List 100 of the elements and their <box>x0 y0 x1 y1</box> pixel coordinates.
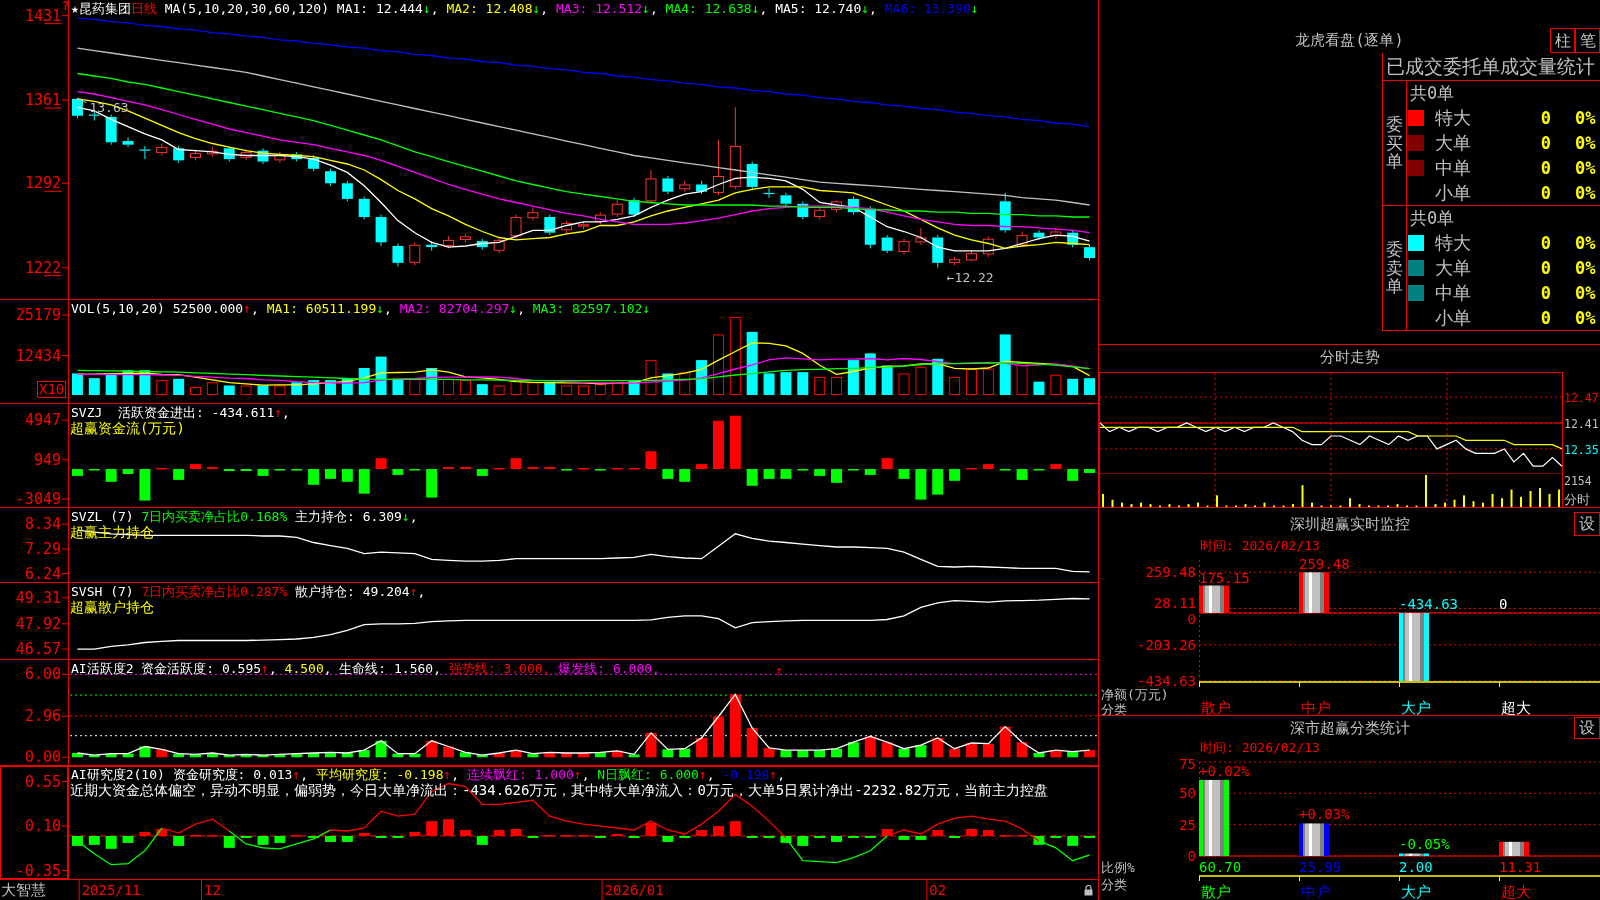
category-label: 中户 <box>1301 699 1331 715</box>
lock-icon <box>1084 885 1093 896</box>
panel-title: 深市超赢分类统计 <box>1289 718 1410 738</box>
change-label: +0.02% <box>1199 762 1250 779</box>
axis-label: 75 <box>1179 757 1196 772</box>
order-count: 0 <box>1539 182 1551 203</box>
axis-label: 28.11 <box>1153 594 1196 611</box>
indicator-legend: SVZL (7) 7日内买卖净占比0.168% 主力持仓: 6.309↓, <box>71 509 418 524</box>
change-label: +0.03% <box>1299 806 1350 823</box>
candle <box>476 238 488 251</box>
axis-label: -434.63 <box>1137 673 1196 689</box>
axis-title: 比例% <box>1101 860 1135 875</box>
order-size-label: 中单 <box>1435 280 1472 305</box>
date-label: 12 <box>203 882 221 898</box>
axis-label: 1361 <box>24 91 61 110</box>
indicator-legend: SVZJ 活跃资金进出: -434.611↑, <box>71 405 290 420</box>
candle <box>358 196 370 220</box>
order-count: 0 <box>1539 157 1551 178</box>
axis-label: 0 <box>1187 848 1196 864</box>
order-share: 0% <box>1575 182 1596 203</box>
axis-title: 分时 <box>1564 492 1590 507</box>
order-share: 0% <box>1575 282 1596 303</box>
order-share: 0% <box>1575 107 1596 128</box>
candle <box>662 175 674 195</box>
candle <box>966 250 977 263</box>
order-share: 0% <box>1575 157 1596 178</box>
candle <box>443 235 455 249</box>
candle <box>122 136 134 148</box>
axis-label: -203.26 <box>1137 636 1196 653</box>
candle <box>173 145 185 164</box>
candle <box>1050 227 1062 240</box>
date-label: 2025/11 <box>81 882 141 898</box>
axis-label: 46.57 <box>15 640 61 659</box>
candle <box>493 237 505 254</box>
candle <box>898 238 910 255</box>
order-count: 0 <box>1539 132 1551 153</box>
candle <box>679 180 691 193</box>
indicator-title: 超赢资金流(万元) <box>70 420 185 437</box>
value-label: 259.48 <box>1299 556 1350 573</box>
candle <box>578 221 589 230</box>
signal-arrow: ↑ <box>775 663 784 678</box>
order-size-label: 大单 <box>1435 130 1472 155</box>
axis-title: 分类 <box>1101 702 1127 715</box>
axis-label: 12.47 <box>1564 391 1599 406</box>
candle <box>291 151 303 163</box>
chart-mode-button[interactable]: 笔 <box>1575 28 1600 53</box>
axis-label: 949 <box>33 450 61 469</box>
value-label: 2.00 <box>1399 859 1433 875</box>
candle <box>932 234 944 269</box>
axis-label: 12.35 <box>1564 442 1599 457</box>
candle <box>223 146 235 163</box>
axis-label: 6.24 <box>24 564 61 582</box>
settings-button[interactable]: 设 <box>1574 512 1600 536</box>
axis-label: 0 <box>1187 610 1196 627</box>
candle <box>240 149 252 161</box>
candle <box>712 139 724 196</box>
candle <box>780 192 792 207</box>
category-label: 超大 <box>1501 883 1531 900</box>
brand-name: 大智慧 <box>1 880 46 900</box>
date-label: 2026/01 <box>604 882 664 898</box>
value-label: 175.15 <box>1199 569 1250 586</box>
indicator-legend: SVSH (7) 7日内买卖净占比0.287% 散户持仓: 49.204↑, <box>71 584 426 599</box>
panel-title: 分时走势 <box>1319 348 1380 367</box>
order-share: 0% <box>1575 307 1596 328</box>
order-size-label: 小单 <box>1435 305 1472 330</box>
candle <box>561 220 573 235</box>
axis-label: 4947 <box>24 411 61 430</box>
axis-label: 47.92 <box>15 614 61 633</box>
chart-mode-button[interactable]: 柱 <box>1550 28 1575 53</box>
axis-label: 1292 <box>24 174 61 193</box>
value-label: 60.70 <box>1199 859 1242 875</box>
axis-label: -0.35 <box>15 861 61 880</box>
candle <box>341 180 353 202</box>
indicator-legend: AI活跃度2 资金活跃度: 0.595↑, 4.500, 生命线: 1.560, 强势线: 3.000, 爆发线: 6.000, <box>71 661 660 676</box>
candle <box>156 142 168 157</box>
candle <box>881 234 893 254</box>
candle <box>1084 244 1096 261</box>
candle <box>797 200 809 220</box>
order-count: 0 <box>1539 107 1551 128</box>
order-count: 0 <box>1539 232 1551 253</box>
axis-label: 12.41 <box>1564 417 1599 431</box>
settings-button[interactable]: 设 <box>1574 717 1600 739</box>
candle <box>324 168 336 187</box>
candle <box>190 149 201 161</box>
axis-label: 50 <box>1179 785 1196 802</box>
candle <box>1033 229 1045 241</box>
value-label: 25.99 <box>1299 859 1342 875</box>
order-size-label: 特大 <box>1435 230 1472 255</box>
date-label: 02 <box>929 882 947 898</box>
candle <box>274 151 286 164</box>
axis-label: 6.00 <box>24 665 61 684</box>
order-size-label: 大单 <box>1435 255 1472 280</box>
indicator-title: 超赢散户持仓 <box>70 599 154 616</box>
value-label: -434.63 <box>1399 595 1458 612</box>
candle <box>1067 229 1079 248</box>
candle <box>831 199 843 213</box>
candle <box>814 206 826 220</box>
axis-label: 0.10 <box>24 817 61 836</box>
candle <box>915 227 927 246</box>
candle <box>527 206 539 222</box>
